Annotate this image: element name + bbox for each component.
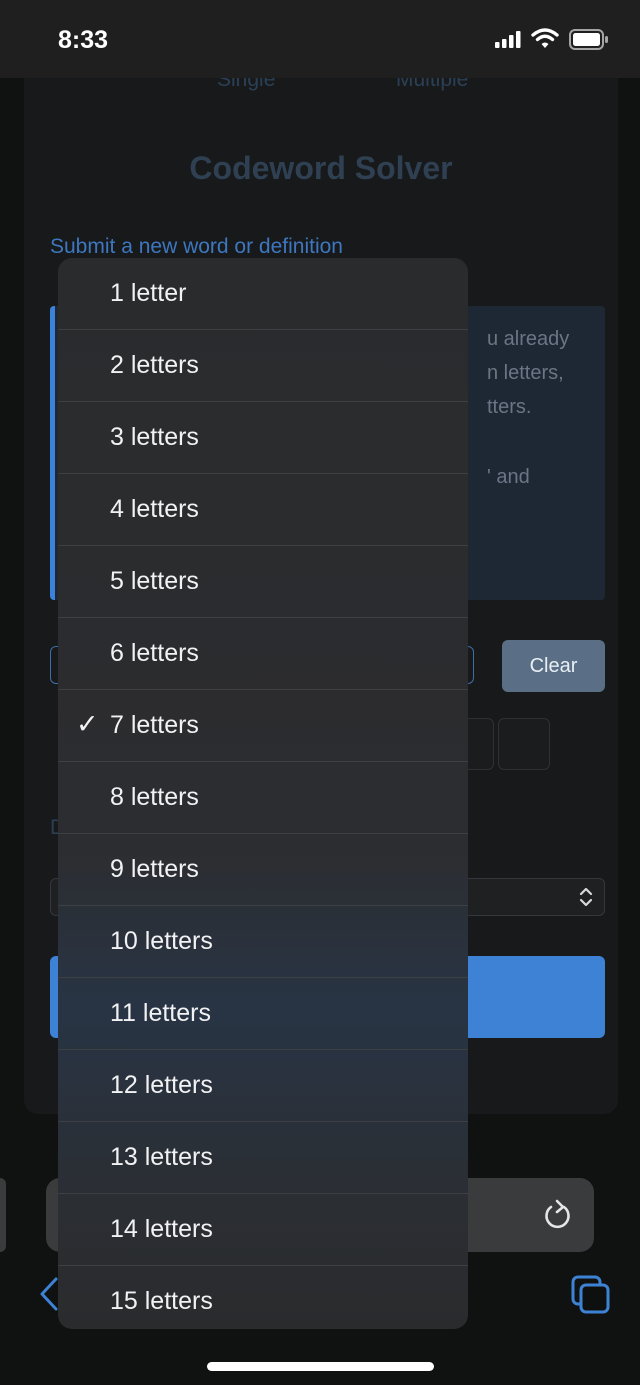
info-text-line: n letters, xyxy=(487,362,564,384)
dropdown-option[interactable]: 5 letters xyxy=(58,546,468,618)
info-text-line: u already xyxy=(487,328,570,350)
dropdown-option[interactable]: 11 letters xyxy=(58,978,468,1050)
wifi-icon xyxy=(531,28,559,48)
dropdown-option[interactable]: 8 letters xyxy=(58,762,468,834)
tabs-icon[interactable] xyxy=(571,1275,611,1315)
battery-icon xyxy=(569,29,608,50)
dropdown-option-label: 3 letters xyxy=(110,423,199,451)
dropdown-option-label: 7 letters xyxy=(110,711,199,739)
dropdown-option[interactable]: 2 letters xyxy=(58,330,468,402)
page-title: Codeword Solver xyxy=(189,150,453,186)
back-icon[interactable] xyxy=(38,1276,60,1312)
dropdown-option[interactable]: 6 letters xyxy=(58,618,468,690)
dropdown-option-label: 9 letters xyxy=(110,855,199,883)
submit-word-link[interactable]: Submit a new word or definition xyxy=(50,235,343,259)
dropdown-option[interactable]: 14 letters xyxy=(58,1194,468,1266)
dropdown-option[interactable]: 13 letters xyxy=(58,1122,468,1194)
dropdown-option-label: 12 letters xyxy=(110,1071,213,1099)
cellular-signal-icon xyxy=(495,31,521,48)
checkmark-icon: ✓ xyxy=(76,709,99,739)
dropdown-option[interactable]: 4 letters xyxy=(58,474,468,546)
dropdown-option[interactable]: 12 letters xyxy=(58,1050,468,1122)
dropdown-option-label: 1 letter xyxy=(110,279,187,307)
previous-tab-bar[interactable] xyxy=(0,1178,6,1252)
dropdown-option[interactable]: 1 letter xyxy=(58,258,468,330)
dropdown-option-label: 15 letters xyxy=(110,1287,213,1315)
letter-count-dropdown[interactable]: 1 letter 2 letters 3 letters 4 letters 5 let… xyxy=(58,258,468,1329)
dropdown-option-label: 8 letters xyxy=(110,783,199,811)
dropdown-option[interactable]: 3 letters xyxy=(58,402,468,474)
reload-icon[interactable] xyxy=(542,1198,574,1232)
clear-button[interactable]: Clear xyxy=(502,640,605,692)
dropdown-option-label: 13 letters xyxy=(110,1143,213,1171)
home-indicator[interactable] xyxy=(207,1362,434,1371)
info-text-line: ' and xyxy=(487,466,530,488)
dropdown-option-label: 4 letters xyxy=(110,495,199,523)
dropdown-option[interactable]: 15 letters xyxy=(58,1266,468,1329)
dropdown-option-label: 2 letters xyxy=(110,351,199,379)
dropdown-option-label: 6 letters xyxy=(110,639,199,667)
dropdown-option-label: 14 letters xyxy=(110,1215,213,1243)
dropdown-option[interactable]: 10 letters xyxy=(58,906,468,978)
dropdown-option[interactable]: 9 letters xyxy=(58,834,468,906)
dropdown-option-label: 5 letters xyxy=(110,567,199,595)
status-time: 8:33 xyxy=(58,26,109,54)
letter-box[interactable] xyxy=(498,718,550,770)
dropdown-option[interactable]: ✓ 7 letters xyxy=(58,690,468,762)
dropdown-option-label: 10 letters xyxy=(110,927,213,955)
status-bar: 8:33 xyxy=(0,0,640,78)
info-text-line: tters. xyxy=(487,396,532,418)
dropdown-option-label: 11 letters xyxy=(110,999,211,1027)
chevron-up-down-icon xyxy=(579,887,593,907)
